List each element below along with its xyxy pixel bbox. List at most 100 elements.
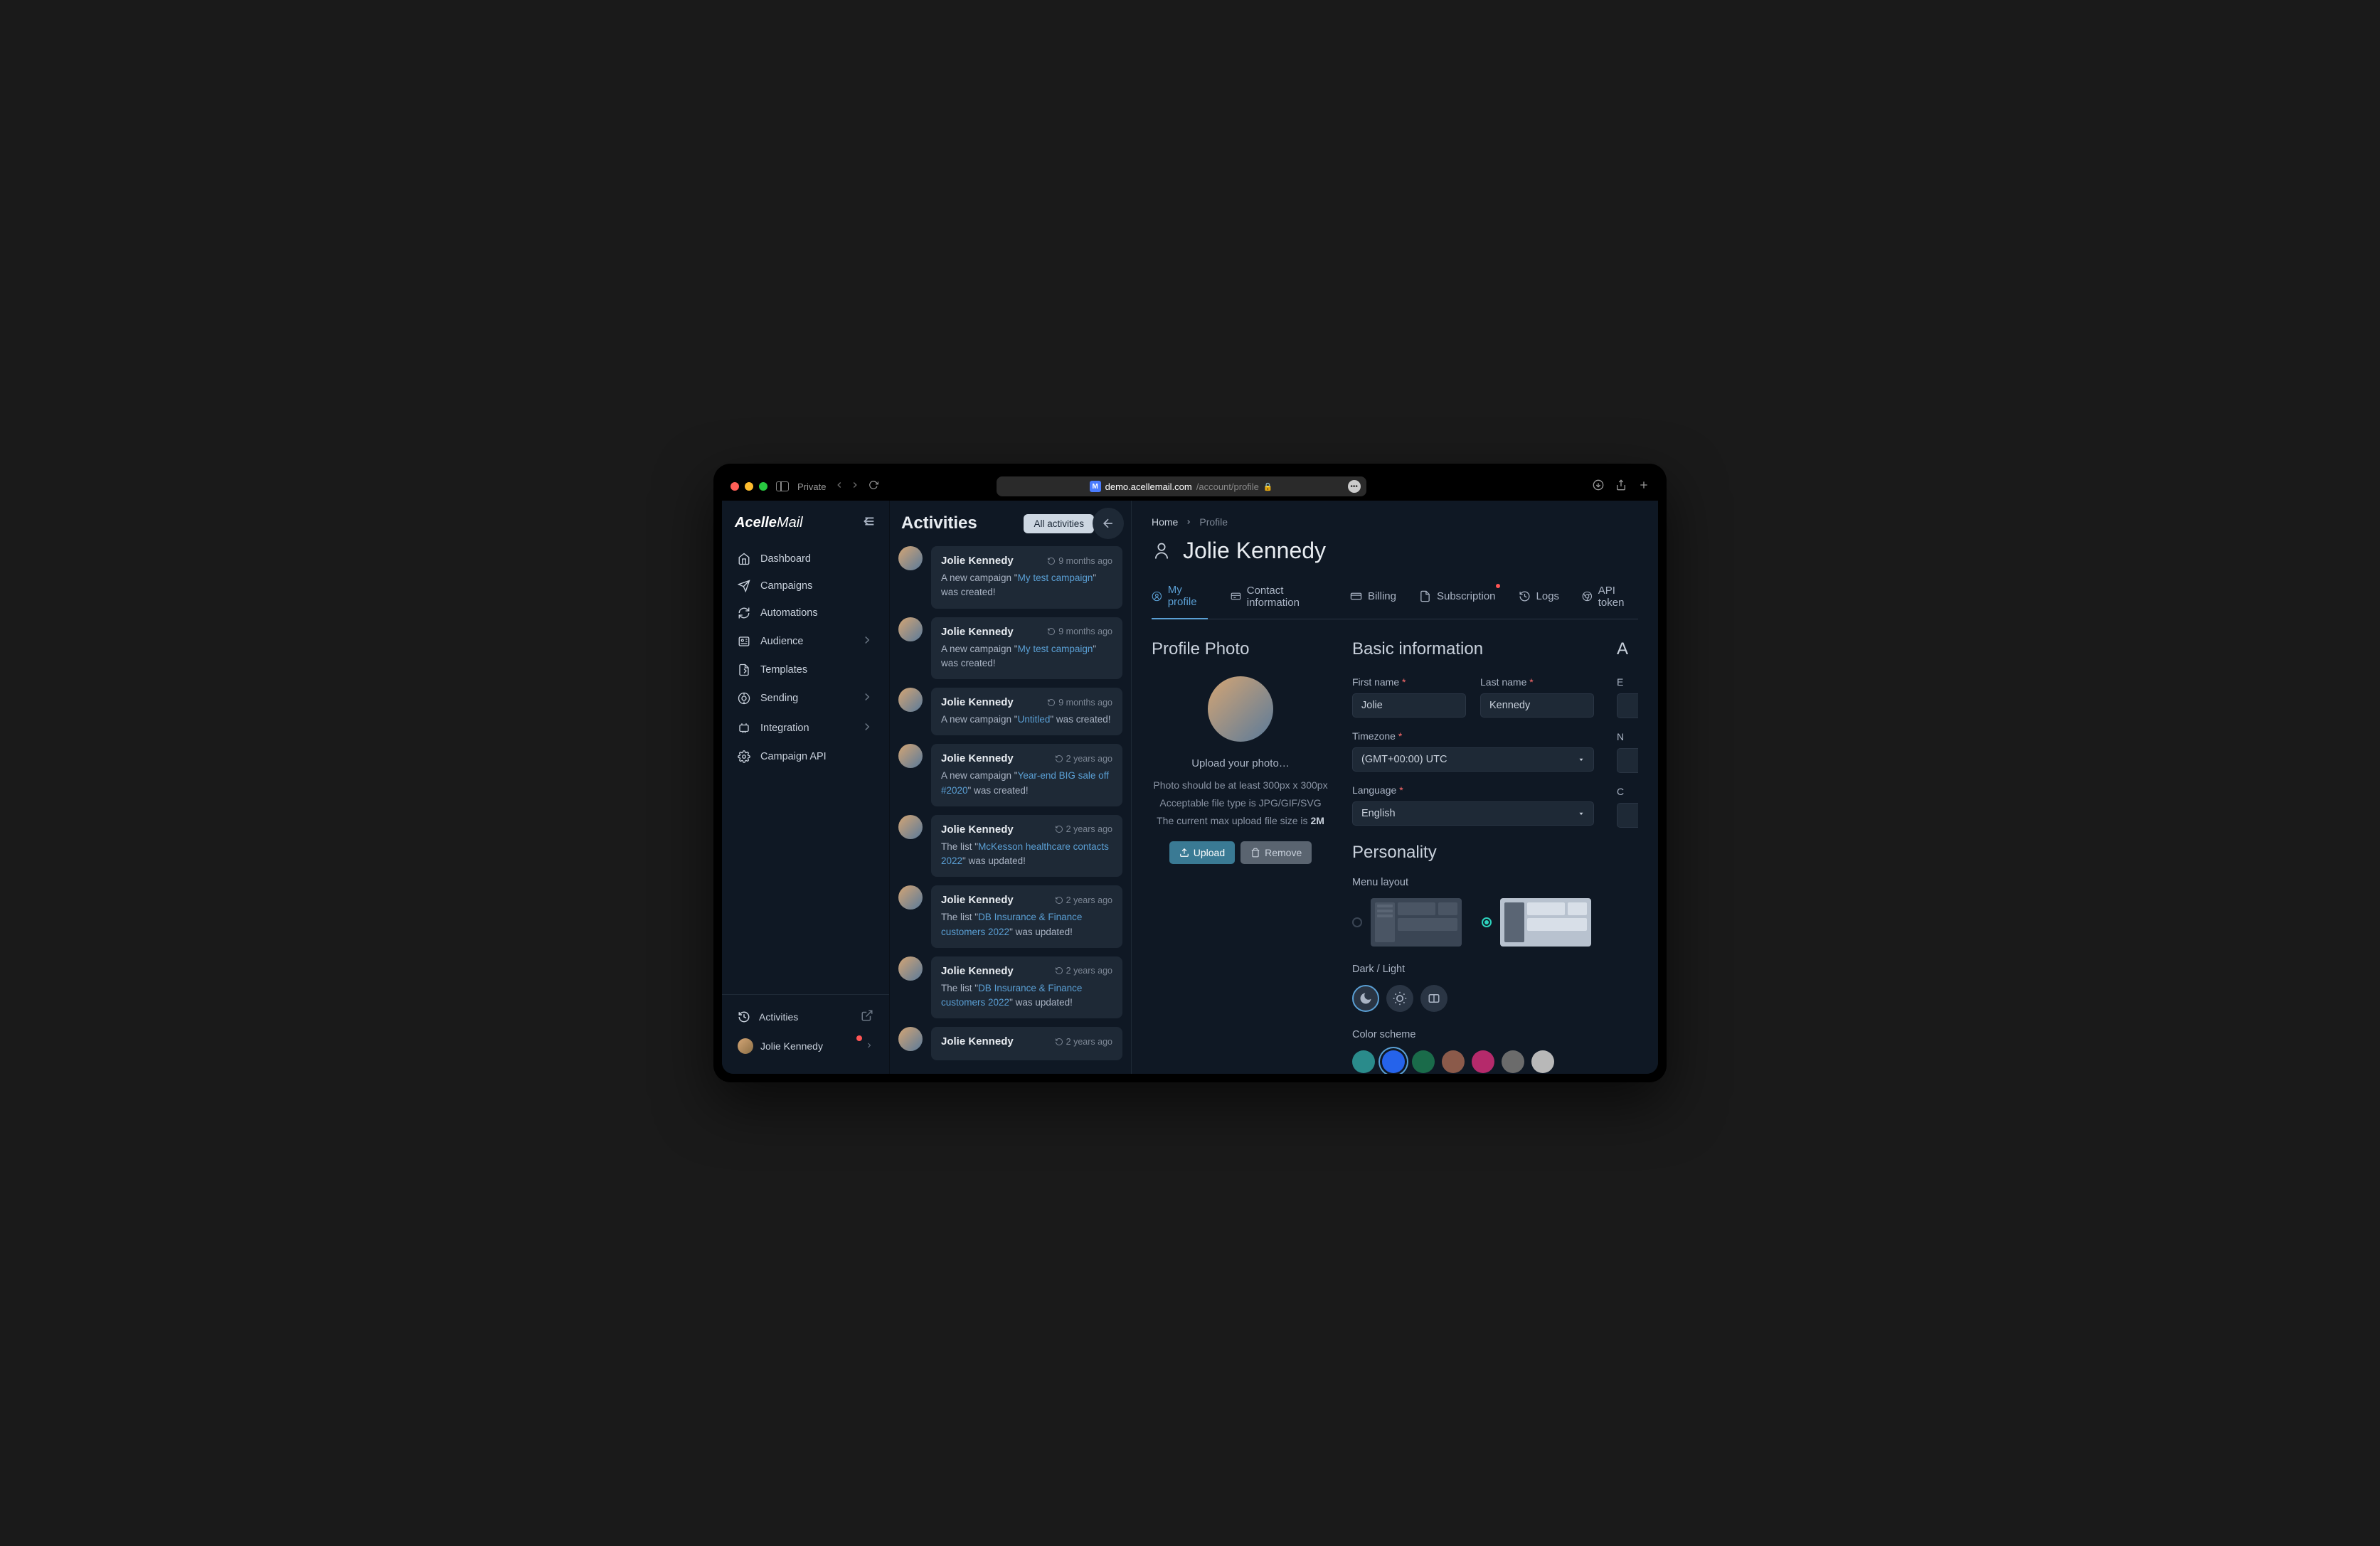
activity-link[interactable]: Year-end BIG sale off #2020 (941, 770, 1109, 795)
share-icon[interactable] (1615, 479, 1627, 494)
color-swatch[interactable] (1502, 1050, 1524, 1073)
last-name-input[interactable] (1480, 693, 1594, 718)
activities-list[interactable]: Jolie Kennedy 9 months ago A new campaig… (898, 546, 1122, 1064)
tab-logs[interactable]: Logs (1519, 584, 1560, 619)
activity-avatar (898, 956, 923, 981)
color-swatch[interactable] (1442, 1050, 1465, 1073)
tab-my-profile[interactable]: My profile (1152, 584, 1208, 619)
upload-button[interactable]: Upload (1169, 841, 1235, 864)
activities-title: Activities (901, 513, 977, 533)
new-tab-icon[interactable] (1638, 479, 1649, 494)
main-content[interactable]: Home Profile Jolie Kennedy My profileCon… (1131, 501, 1658, 1074)
color-swatch[interactable] (1382, 1050, 1405, 1073)
menu-layout-label: Menu layout (1352, 877, 1594, 888)
back-button[interactable] (834, 480, 844, 494)
layout-preview-dark[interactable] (1371, 898, 1462, 947)
forward-button[interactable] (850, 480, 860, 494)
nav-item-audience[interactable]: Audience (729, 627, 882, 656)
all-activities-button[interactable]: All activities (1024, 514, 1094, 533)
layout-preview-light[interactable] (1500, 898, 1591, 947)
language-select[interactable]: English (1352, 801, 1594, 826)
activity-time: 2 years ago (1055, 1037, 1112, 1047)
layout-option-1[interactable] (1352, 898, 1462, 947)
layout-radio-1[interactable] (1352, 917, 1362, 927)
tab-icon (1350, 590, 1362, 602)
nav-item-campaign-api[interactable]: Campaign API (729, 743, 882, 770)
tab-subscription[interactable]: Subscription (1419, 584, 1496, 619)
nav-item-integration[interactable]: Integration (729, 713, 882, 743)
activity-link[interactable]: My test campaign (1018, 644, 1093, 654)
activity-item: Jolie Kennedy 9 months ago A new campaig… (898, 688, 1122, 735)
activity-card[interactable]: Jolie Kennedy 2 years ago (931, 1027, 1122, 1060)
browser-actions (1593, 479, 1649, 494)
color-swatch[interactable] (1412, 1050, 1435, 1073)
breadcrumb-home[interactable]: Home (1152, 516, 1178, 528)
activity-card[interactable]: Jolie Kennedy 9 months ago A new campaig… (931, 546, 1122, 609)
extra-confirm-input[interactable] (1617, 803, 1638, 828)
nav-item-dashboard[interactable]: Dashboard (729, 545, 882, 572)
nav-arrows (834, 480, 860, 494)
footer-user-menu[interactable]: Jolie Kennedy (729, 1031, 882, 1061)
sidebar-toggle-icon[interactable] (776, 481, 789, 491)
breadcrumb: Home Profile (1152, 516, 1638, 528)
activity-link[interactable]: DB Insurance & Finance customers 2022 (941, 912, 1082, 937)
activity-avatar (898, 744, 923, 768)
remove-button[interactable]: Remove (1241, 841, 1312, 864)
menu-toggle-icon[interactable] (861, 513, 876, 533)
theme-dark-button[interactable] (1352, 985, 1379, 1012)
close-window-button[interactable] (731, 482, 739, 491)
theme-auto-button[interactable] (1420, 985, 1447, 1012)
tab-contact-information[interactable]: Contact information (1231, 584, 1327, 619)
activity-user: Jolie Kennedy (941, 626, 1014, 638)
tab-icon (1152, 590, 1162, 602)
tab-billing[interactable]: Billing (1350, 584, 1396, 619)
color-swatch[interactable] (1472, 1050, 1494, 1073)
layout-option-2[interactable] (1482, 898, 1591, 947)
activity-card[interactable]: Jolie Kennedy 2 years ago The list "DB I… (931, 885, 1122, 948)
clock-icon (1047, 627, 1056, 636)
layout-radio-2[interactable] (1482, 917, 1492, 927)
activity-text: A new campaign "Untitled" was created! (941, 713, 1112, 727)
activity-link[interactable]: Untitled (1018, 714, 1051, 725)
activity-link[interactable]: My test campaign (1018, 572, 1093, 583)
minimize-window-button[interactable] (745, 482, 753, 491)
activity-card[interactable]: Jolie Kennedy 2 years ago The list "McKe… (931, 815, 1122, 878)
personality-title: Personality (1352, 843, 1594, 863)
clock-icon (1055, 896, 1063, 905)
tab-api-token[interactable]: API token (1582, 584, 1638, 619)
nav-item-sending[interactable]: Sending (729, 683, 882, 713)
nav-item-templates[interactable]: Templates (729, 656, 882, 683)
trash-icon (1250, 848, 1260, 858)
upload-hint-type: Acceptable file type is JPG/GIF/SVG (1152, 796, 1329, 811)
activity-item: Jolie Kennedy 2 years ago The list "McKe… (898, 815, 1122, 878)
theme-light-button[interactable] (1386, 985, 1413, 1012)
first-name-input[interactable] (1352, 693, 1466, 718)
reload-button[interactable] (868, 480, 878, 494)
download-icon[interactable] (1593, 479, 1604, 494)
activity-card[interactable]: Jolie Kennedy 9 months ago A new campaig… (931, 688, 1122, 735)
activity-card[interactable]: Jolie Kennedy 2 years ago The list "DB I… (931, 956, 1122, 1019)
footer-activities-link[interactable]: Activities (729, 1002, 882, 1031)
extra-newpw-input[interactable] (1617, 748, 1638, 773)
activity-user: Jolie Kennedy (941, 555, 1014, 567)
maximize-window-button[interactable] (759, 482, 767, 491)
extra-email-input[interactable] (1617, 693, 1638, 718)
activity-card[interactable]: Jolie Kennedy 9 months ago A new campaig… (931, 617, 1122, 680)
nav-item-campaigns[interactable]: Campaigns (729, 572, 882, 599)
activity-link[interactable]: DB Insurance & Finance customers 2022 (941, 983, 1082, 1008)
theme-label: Dark / Light (1352, 964, 1594, 975)
nav-item-label: Automations (760, 607, 818, 619)
url-menu-button[interactable]: ••• (1348, 480, 1361, 493)
timezone-select[interactable]: (GMT+00:00) UTC (1352, 747, 1594, 772)
activity-link[interactable]: McKesson healthcare contacts 2022 (941, 841, 1109, 866)
lock-icon: 🔒 (1263, 482, 1273, 491)
upload-icon (1179, 848, 1189, 858)
url-bar[interactable]: M demo.acellemail.com/account/profile 🔒 … (997, 476, 1366, 496)
activity-card[interactable]: Jolie Kennedy 2 years ago A new campaign… (931, 744, 1122, 806)
nav-item-automations[interactable]: Automations (729, 599, 882, 627)
nav-item-label: Audience (760, 636, 803, 647)
back-circle-button[interactable] (1093, 508, 1124, 539)
color-swatch[interactable] (1352, 1050, 1375, 1073)
color-swatch[interactable] (1531, 1050, 1554, 1073)
form-row-name: First name * Last name * (1352, 676, 1594, 718)
